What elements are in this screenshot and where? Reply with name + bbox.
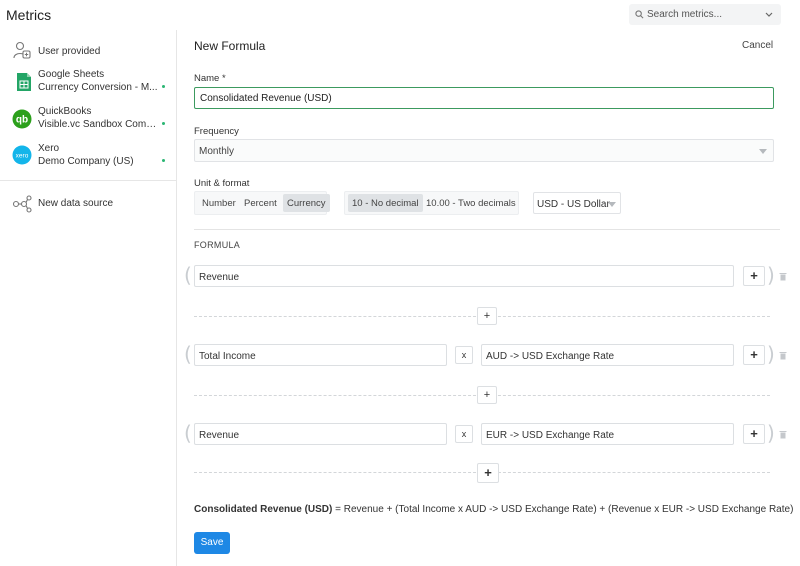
formula-term-input[interactable]: Revenue xyxy=(194,423,447,445)
formula-term-value: AUD -> USD Exchange Rate xyxy=(486,351,615,362)
new-data-source-label: New data source xyxy=(38,198,114,209)
sidebar-item-quickbooks[interactable]: qb QuickBooks Visible.vc Sandbox Comp... xyxy=(0,104,176,140)
frequency-select[interactable]: Monthly xyxy=(194,139,774,162)
connected-status-dot xyxy=(162,84,165,88)
open-paren: ( xyxy=(184,342,192,366)
unit-option-currency[interactable]: Currency xyxy=(283,194,330,212)
formula-summary: Consolidated Revenue (USD) = Revenue + (… xyxy=(194,504,793,515)
connected-status-dot xyxy=(162,121,165,125)
sidebar-item-label: Google Sheets xyxy=(38,69,105,80)
formula-term-value: Revenue xyxy=(199,430,240,441)
close-paren: ) xyxy=(767,342,775,366)
name-label: Name * xyxy=(194,73,226,84)
formula-heading: FORMULA xyxy=(194,240,241,250)
sidebar-item-xero[interactable]: xero Xero Demo Company (US) xyxy=(0,141,176,177)
formula-term-value: Total Income xyxy=(199,351,256,362)
add-term-button[interactable]: + xyxy=(743,424,765,444)
trash-icon[interactable] xyxy=(779,351,787,360)
trash-icon[interactable] xyxy=(779,272,787,281)
caret-down-icon xyxy=(759,149,767,154)
operator-select[interactable]: x xyxy=(455,425,473,443)
xero-icon: xero xyxy=(12,145,32,165)
decimal-option-none[interactable]: 10 - No decimal xyxy=(348,194,423,212)
add-term-button[interactable]: + xyxy=(743,266,765,286)
app-title: Metrics xyxy=(6,7,52,23)
sidebar-item-label: QuickBooks xyxy=(38,106,92,117)
unit-format-label: Unit & format xyxy=(194,178,250,189)
user-add-icon xyxy=(13,41,31,59)
formula-term-value: EUR -> USD Exchange Rate xyxy=(486,430,615,441)
close-paren: ) xyxy=(767,263,775,287)
caret-down-icon xyxy=(608,202,616,207)
chevron-down-icon[interactable] xyxy=(765,12,773,17)
section-divider xyxy=(194,229,780,230)
cancel-button[interactable]: Cancel xyxy=(742,40,773,51)
unit-option-percent[interactable]: Percent xyxy=(240,194,281,212)
connected-status-dot xyxy=(162,158,165,162)
sidebar-item-user-provided[interactable]: User provided xyxy=(0,34,176,70)
close-paren: ) xyxy=(767,421,775,445)
formula-term-input[interactable]: EUR -> USD Exchange Rate xyxy=(481,423,734,445)
sidebar: User provided Google Sheets Currency Con… xyxy=(0,30,177,566)
quickbooks-icon: qb xyxy=(12,109,32,129)
formula-term-value: Revenue xyxy=(199,272,240,283)
trash-icon[interactable] xyxy=(779,430,787,439)
unit-segmented-control: Number Percent Currency xyxy=(194,191,330,215)
search-placeholder[interactable]: Search metrics... xyxy=(647,9,722,20)
search-icon xyxy=(635,10,644,19)
unit-option-number[interactable]: Number xyxy=(198,194,240,212)
formula-term-input[interactable]: AUD -> USD Exchange Rate xyxy=(481,344,734,366)
sidebar-divider xyxy=(0,180,176,181)
sidebar-item-label: Xero xyxy=(38,143,60,154)
formula-summary-expression: = Revenue + (Total Income x AUD -> USD E… xyxy=(335,504,794,515)
formula-term-input[interactable]: Revenue xyxy=(194,265,734,287)
svg-text:xero: xero xyxy=(16,153,29,160)
google-sheets-icon xyxy=(17,73,31,91)
sidebar-item-subtitle: Visible.vc Sandbox Comp... xyxy=(38,119,158,130)
add-group-button[interactable]: + xyxy=(477,386,497,404)
sidebar-item-google-sheets[interactable]: Google Sheets Currency Conversion - M... xyxy=(0,67,176,103)
data-source-icon xyxy=(12,195,32,213)
currency-value: USD - US Dollar xyxy=(537,199,610,210)
svg-text:qb: qb xyxy=(16,115,28,126)
sidebar-item-subtitle: Currency Conversion - M... xyxy=(38,82,158,93)
name-input[interactable]: Consolidated Revenue (USD) xyxy=(194,87,774,109)
sidebar-item-subtitle: Demo Company (US) xyxy=(38,156,134,167)
add-group-button[interactable]: + xyxy=(477,463,499,483)
save-button[interactable]: Save xyxy=(194,532,230,554)
currency-select[interactable]: USD - US Dollar xyxy=(533,192,621,214)
page-title: New Formula xyxy=(194,39,266,53)
sidebar-item-label: User provided xyxy=(38,46,101,57)
open-paren: ( xyxy=(184,421,192,445)
formula-form: New Formula Cancel Name * Consolidated R… xyxy=(178,30,800,566)
search-box[interactable]: Search metrics... xyxy=(629,4,781,25)
add-group-button[interactable]: + xyxy=(477,307,497,325)
frequency-value: Monthly xyxy=(199,146,235,157)
frequency-label: Frequency xyxy=(194,126,239,137)
operator-select[interactable]: x xyxy=(455,346,473,364)
decimal-segmented-control: 10 - No decimal 10.00 - Two decimals xyxy=(344,191,519,215)
formula-summary-name: Consolidated Revenue (USD) xyxy=(194,504,333,515)
decimal-option-two[interactable]: 10.00 - Two decimals xyxy=(422,194,520,212)
add-term-button[interactable]: + xyxy=(743,345,765,365)
formula-term-input[interactable]: Total Income xyxy=(194,344,447,366)
new-data-source-button[interactable]: New data source xyxy=(0,186,176,222)
top-bar: Metrics Search metrics... xyxy=(0,0,800,30)
open-paren: ( xyxy=(184,263,192,287)
